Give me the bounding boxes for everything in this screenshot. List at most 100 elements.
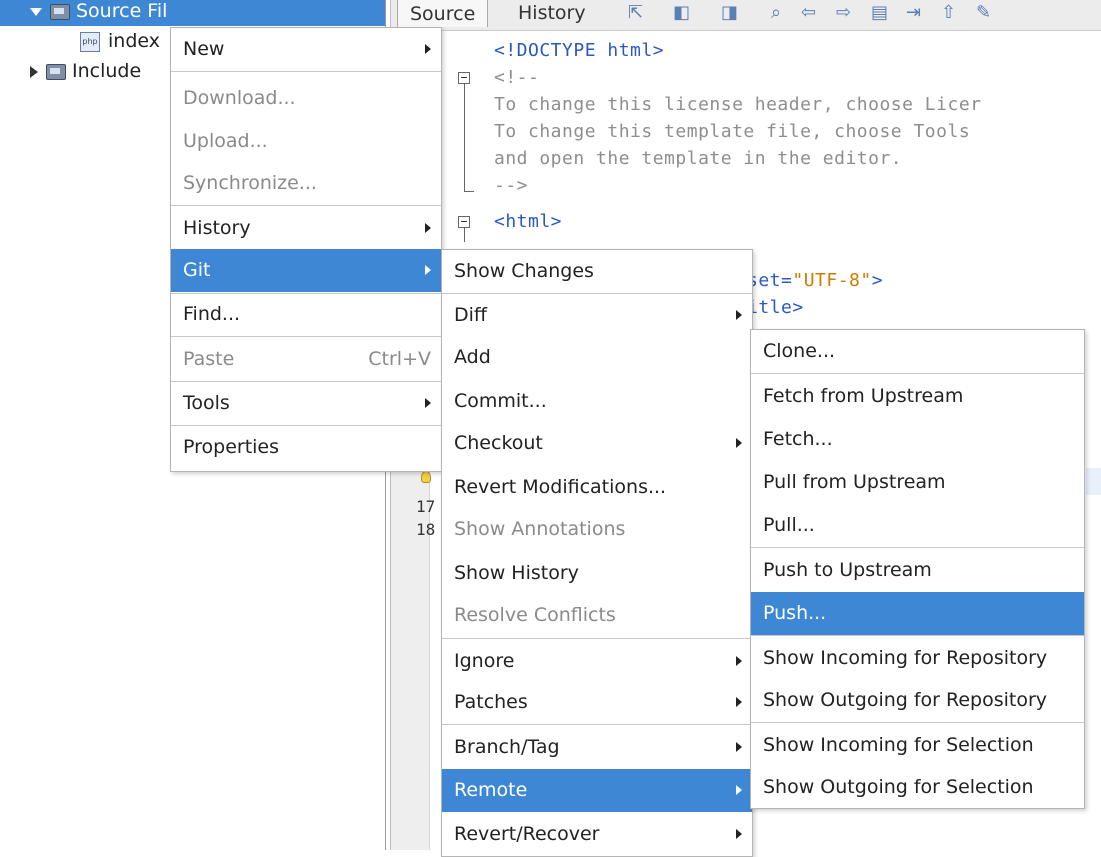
submenu-arrow-icon	[425, 398, 431, 408]
fold-toggle-icon[interactable]	[458, 216, 470, 228]
menu-item-add[interactable]: Add	[442, 336, 752, 379]
menu-item-clone[interactable]: Clone...	[751, 330, 1084, 373]
toggle-highlight-icon[interactable]: ▤	[871, 4, 891, 22]
menu-item-label: Show Annotations	[454, 518, 626, 540]
menu-item-label: Push to Upstream	[763, 559, 932, 581]
menu-item-show-history[interactable]: Show History	[442, 552, 752, 595]
remote-submenu: Clone... Fetch from Upstream Fetch... Pu…	[750, 329, 1085, 809]
submenu-arrow-icon	[425, 265, 431, 275]
code-tag-close: >	[871, 270, 884, 291]
submenu-arrow-icon	[736, 438, 742, 448]
fold-toggle-icon[interactable]	[458, 72, 470, 84]
menu-item-label: Show Changes	[454, 260, 594, 282]
menu-item-diff[interactable]: Diff	[442, 294, 752, 337]
menu-item-fetch[interactable]: Fetch...	[751, 418, 1084, 461]
collapse-arrow-icon[interactable]	[30, 60, 38, 82]
tab-source[interactable]: Source	[397, 0, 489, 27]
menu-item-show-outgoing-selection[interactable]: Show Outgoing for Selection	[751, 766, 1084, 809]
menu-item-label: Add	[454, 346, 491, 368]
menu-item-pull[interactable]: Pull...	[751, 504, 1084, 547]
menu-item-find[interactable]: Find...	[171, 293, 441, 336]
git-submenu: Show Changes Diff Add Commit... Checkout…	[441, 249, 753, 857]
submenu-arrow-icon	[736, 785, 742, 795]
menu-item-branch-tag[interactable]: Branch/Tag	[442, 726, 752, 769]
back-icon[interactable]: ◧	[673, 4, 693, 22]
menu-item-label: Show Incoming for Repository	[763, 647, 1048, 669]
menu-item-push-to-upstream[interactable]: Push to Upstream	[751, 549, 1084, 592]
menu-item-history[interactable]: History	[171, 207, 441, 250]
code-line: <!DOCTYPE html>	[494, 40, 665, 61]
code-line: To change this license header, choose Li…	[494, 94, 982, 115]
menu-item-ignore[interactable]: Ignore	[442, 640, 752, 683]
context-menu: New Download... Upload... Synchronize...…	[170, 27, 442, 472]
search-icon[interactable]: ⌕	[771, 4, 791, 22]
forward-icon[interactable]: ◨	[721, 4, 741, 22]
code-line: <!--	[494, 67, 540, 88]
tree-node-label: Source Fil	[76, 0, 168, 22]
menu-item-show-outgoing-repository[interactable]: Show Outgoing for Repository	[751, 679, 1084, 722]
menu-item-label: Clone...	[763, 340, 836, 362]
menu-item-label: Show Outgoing for Selection	[763, 776, 1034, 798]
menu-item-label: History	[183, 217, 251, 239]
submenu-arrow-icon	[736, 829, 742, 839]
include-folder-icon	[46, 63, 66, 80]
menu-item-label: Paste	[183, 348, 235, 370]
menu-item-show-annotations[interactable]: Show Annotations	[442, 508, 752, 551]
menu-item-label: Fetch...	[763, 428, 833, 450]
menu-item-label: Remote	[454, 779, 528, 801]
editor-toolbar: Source History ⇱ ◧ ◨ ⌕ ⇦ ⇨ ▤ ⇥ ⇧ ✎	[391, 0, 1101, 31]
menu-item-resolve-conflicts[interactable]: Resolve Conflicts	[442, 594, 752, 637]
code-string: "UTF-8"	[792, 270, 872, 291]
menu-item-download[interactable]: Download...	[171, 77, 441, 120]
menu-item-label: Show Incoming for Selection	[763, 734, 1034, 756]
menu-item-label: Revert Modifications...	[454, 476, 667, 498]
menu-item-remote[interactable]: Remote	[442, 769, 752, 812]
tree-node-label: index	[108, 30, 160, 52]
submenu-arrow-icon	[736, 742, 742, 752]
code-line: To change this template file, choose Too…	[494, 121, 971, 142]
menu-item-fetch-from-upstream[interactable]: Fetch from Upstream	[751, 375, 1084, 418]
menu-item-synchronize[interactable]: Synchronize...	[171, 162, 441, 205]
menu-item-properties[interactable]: Properties	[171, 426, 441, 469]
menu-separator	[751, 635, 1084, 636]
code-line: <html>	[494, 211, 563, 232]
tab-history[interactable]: History	[506, 0, 598, 26]
menu-item-label: Tools	[183, 392, 230, 414]
line-number: 17	[416, 497, 436, 516]
tree-node-source-files[interactable]: Source Fil	[0, 0, 385, 26]
code-line: -->	[494, 175, 529, 196]
menu-item-git[interactable]: Git	[171, 249, 441, 292]
menu-item-upload[interactable]: Upload...	[171, 120, 441, 163]
tree-node-include-path[interactable]: Include	[30, 56, 141, 86]
tree-node-index-file[interactable]: php index	[80, 26, 160, 56]
menu-item-new[interactable]: New	[171, 28, 441, 71]
hint-bulb-icon[interactable]	[421, 471, 431, 483]
toggle-bookmark-icon[interactable]: ✎	[976, 4, 996, 22]
menu-item-show-incoming-repository[interactable]: Show Incoming for Repository	[751, 637, 1084, 680]
toggle-rect-selection-icon[interactable]: ⇥	[906, 4, 926, 22]
menu-item-push[interactable]: Push...	[751, 592, 1084, 635]
find-previous-icon[interactable]: ⇦	[801, 4, 821, 22]
submenu-arrow-icon	[425, 44, 431, 54]
menu-item-tools[interactable]: Tools	[171, 382, 441, 425]
menu-item-commit[interactable]: Commit...	[442, 380, 752, 423]
find-next-icon[interactable]: ⇨	[836, 4, 856, 22]
menu-item-patches[interactable]: Patches	[442, 681, 752, 724]
menu-separator	[442, 638, 752, 639]
expand-arrow-icon[interactable]	[0, 0, 42, 22]
project-folder-icon	[50, 3, 70, 20]
menu-item-pull-from-upstream[interactable]: Pull from Upstream	[751, 461, 1084, 504]
fold-guide	[464, 84, 465, 192]
fold-guide	[464, 228, 465, 242]
menu-separator	[171, 71, 441, 72]
menu-item-paste[interactable]: Paste Ctrl+V	[171, 338, 441, 381]
previous-bookmark-icon[interactable]: ⇧	[941, 4, 961, 22]
menu-item-show-changes[interactable]: Show Changes	[442, 250, 752, 293]
menu-item-revert-modifications[interactable]: Revert Modifications...	[442, 466, 752, 509]
menu-separator	[751, 373, 1084, 374]
menu-separator	[171, 336, 441, 337]
menu-separator	[171, 205, 441, 206]
menu-item-show-incoming-selection[interactable]: Show Incoming for Selection	[751, 724, 1084, 767]
menu-item-checkout[interactable]: Checkout	[442, 422, 752, 465]
last-edit-icon[interactable]: ⇱	[628, 4, 648, 22]
